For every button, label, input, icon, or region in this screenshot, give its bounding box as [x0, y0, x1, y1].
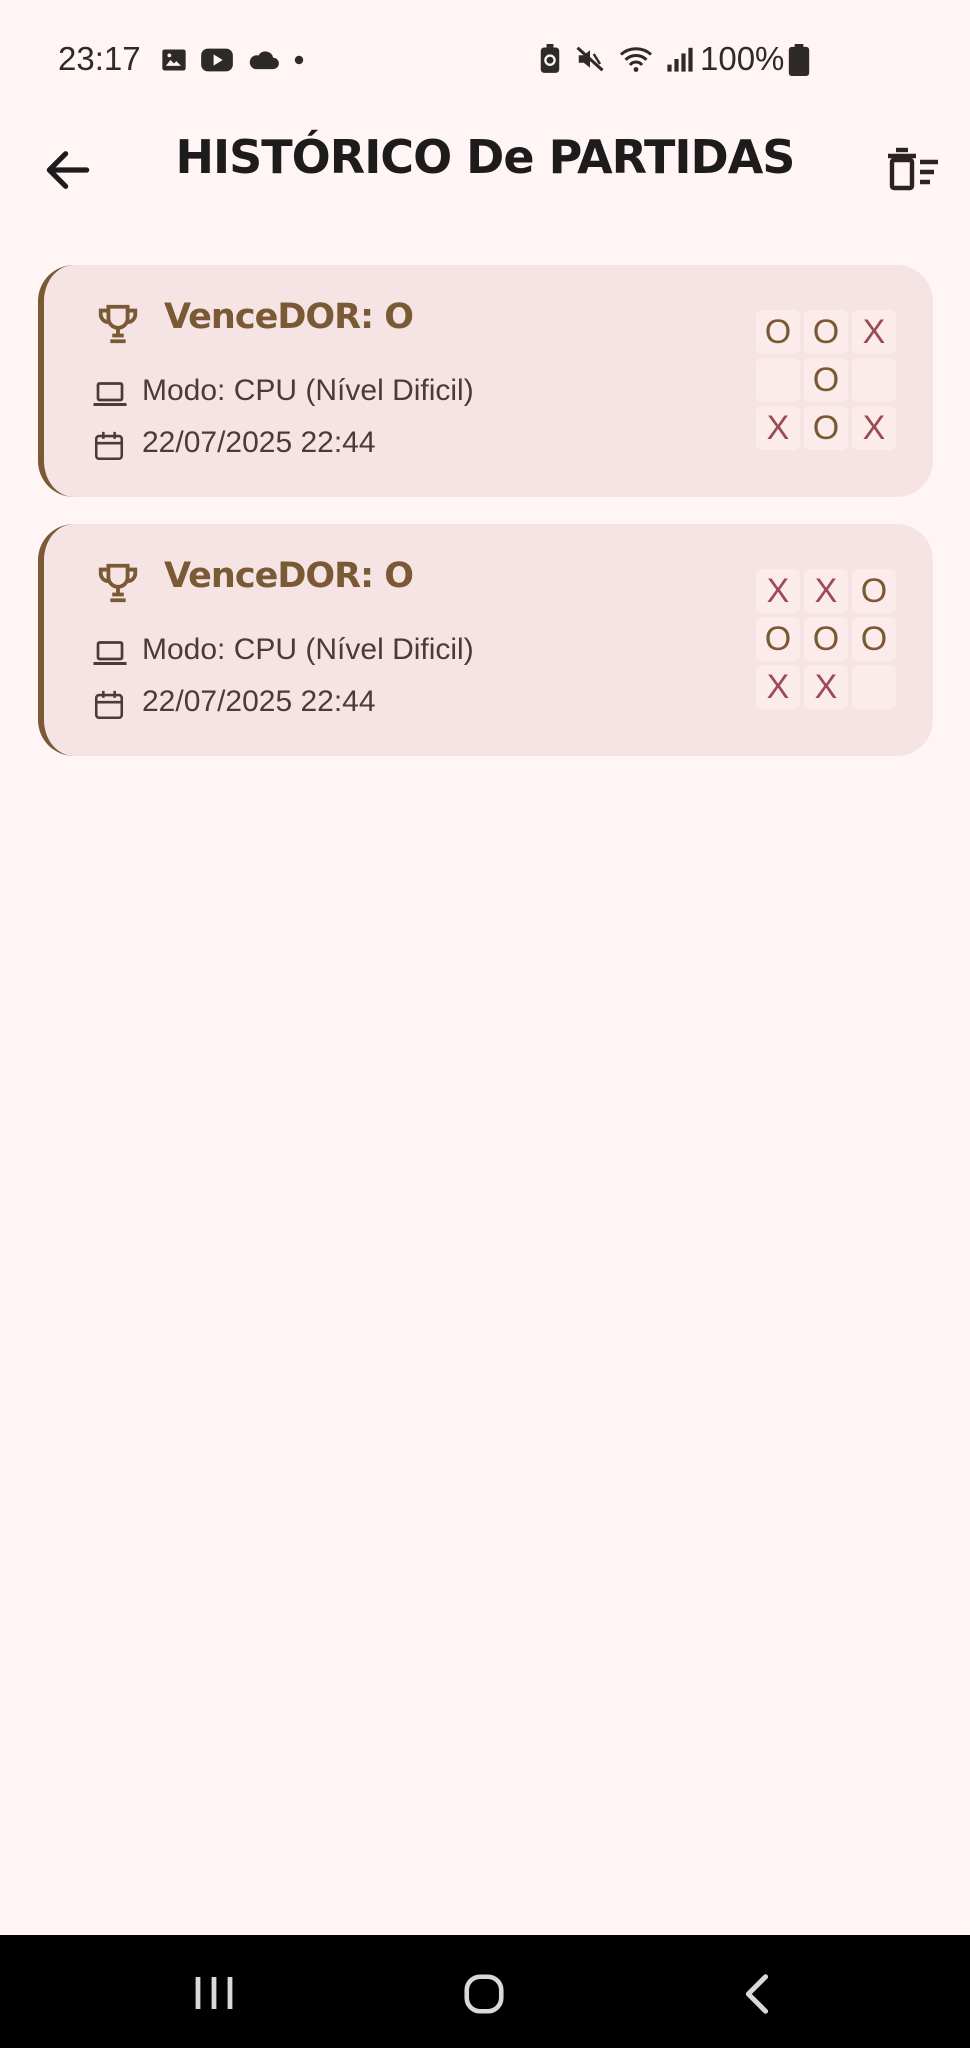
laptop-icon	[93, 382, 127, 406]
winner-label: VenceDOR: O	[164, 297, 414, 337]
recents-icon[interactable]	[192, 1973, 236, 2013]
battery-icon	[788, 44, 810, 76]
arrow-left-icon	[46, 151, 90, 189]
signal-icon	[667, 47, 693, 72]
mode-label: Modo: CPU (Nível Dificil)	[142, 374, 474, 407]
board-cell: O	[804, 310, 848, 354]
board-cell	[756, 358, 800, 402]
board-cell: O	[804, 358, 848, 402]
match-card[interactable]: VenceDOR: O Modo: CPU (Nível Dificil) 22…	[38, 265, 933, 497]
date-label: 22/07/2025 22:44	[142, 426, 376, 459]
dot-icon	[294, 55, 304, 65]
status-notification-icons	[160, 46, 306, 74]
board-cell: O	[852, 569, 896, 613]
board-cell: X	[756, 569, 800, 613]
status-bar: 23:17 100%	[0, 0, 970, 120]
mode-label: Modo: CPU (Nível Dificil)	[142, 633, 474, 666]
calendar-icon	[94, 690, 124, 720]
board-cell: X	[852, 310, 896, 354]
wifi-icon	[620, 47, 652, 72]
back-icon[interactable]	[738, 1971, 774, 2017]
trophy-icon	[98, 563, 138, 603]
app-bar: HISTÓRICO De PARTIDAS	[0, 120, 970, 220]
clear-history-button[interactable]	[882, 142, 942, 198]
laptop-icon	[93, 641, 127, 665]
system-nav-bar	[0, 1935, 970, 2048]
board-cell: O	[756, 617, 800, 661]
board-cell: X	[756, 406, 800, 450]
image-icon	[162, 49, 186, 71]
delete-sweep-icon	[888, 147, 938, 191]
youtube-icon	[201, 48, 233, 72]
calendar-icon	[94, 431, 124, 461]
board-cell	[852, 665, 896, 709]
page-title: HISTÓRICO De PARTIDAS	[175, 130, 796, 184]
board-cell: X	[804, 569, 848, 613]
mute-icon	[576, 46, 604, 72]
status-system-icons	[538, 44, 694, 74]
date-label: 22/07/2025 22:44	[142, 685, 376, 718]
trophy-icon	[98, 304, 138, 344]
battery-saver-icon	[540, 44, 560, 73]
status-time: 23:17	[58, 40, 141, 77]
board-cell: X	[804, 665, 848, 709]
back-button[interactable]	[40, 142, 96, 198]
match-card[interactable]: VenceDOR: O Modo: CPU (Nível Dificil) 22…	[38, 524, 933, 756]
cloud-icon	[249, 51, 279, 70]
game-board: XXOOOOXX	[756, 569, 896, 709]
winner-label: VenceDOR: O	[164, 556, 414, 596]
battery-percentage: 100%	[700, 40, 785, 77]
game-board: OOXOXOX	[756, 310, 896, 450]
home-icon[interactable]	[460, 1971, 508, 2017]
board-cell: X	[852, 406, 896, 450]
history-list: VenceDOR: O Modo: CPU (Nível Dificil) 22…	[38, 265, 933, 783]
board-cell: O	[852, 617, 896, 661]
board-cell	[852, 358, 896, 402]
board-cell: O	[804, 406, 848, 450]
board-cell: O	[756, 310, 800, 354]
board-cell: O	[804, 617, 848, 661]
board-cell: X	[756, 665, 800, 709]
